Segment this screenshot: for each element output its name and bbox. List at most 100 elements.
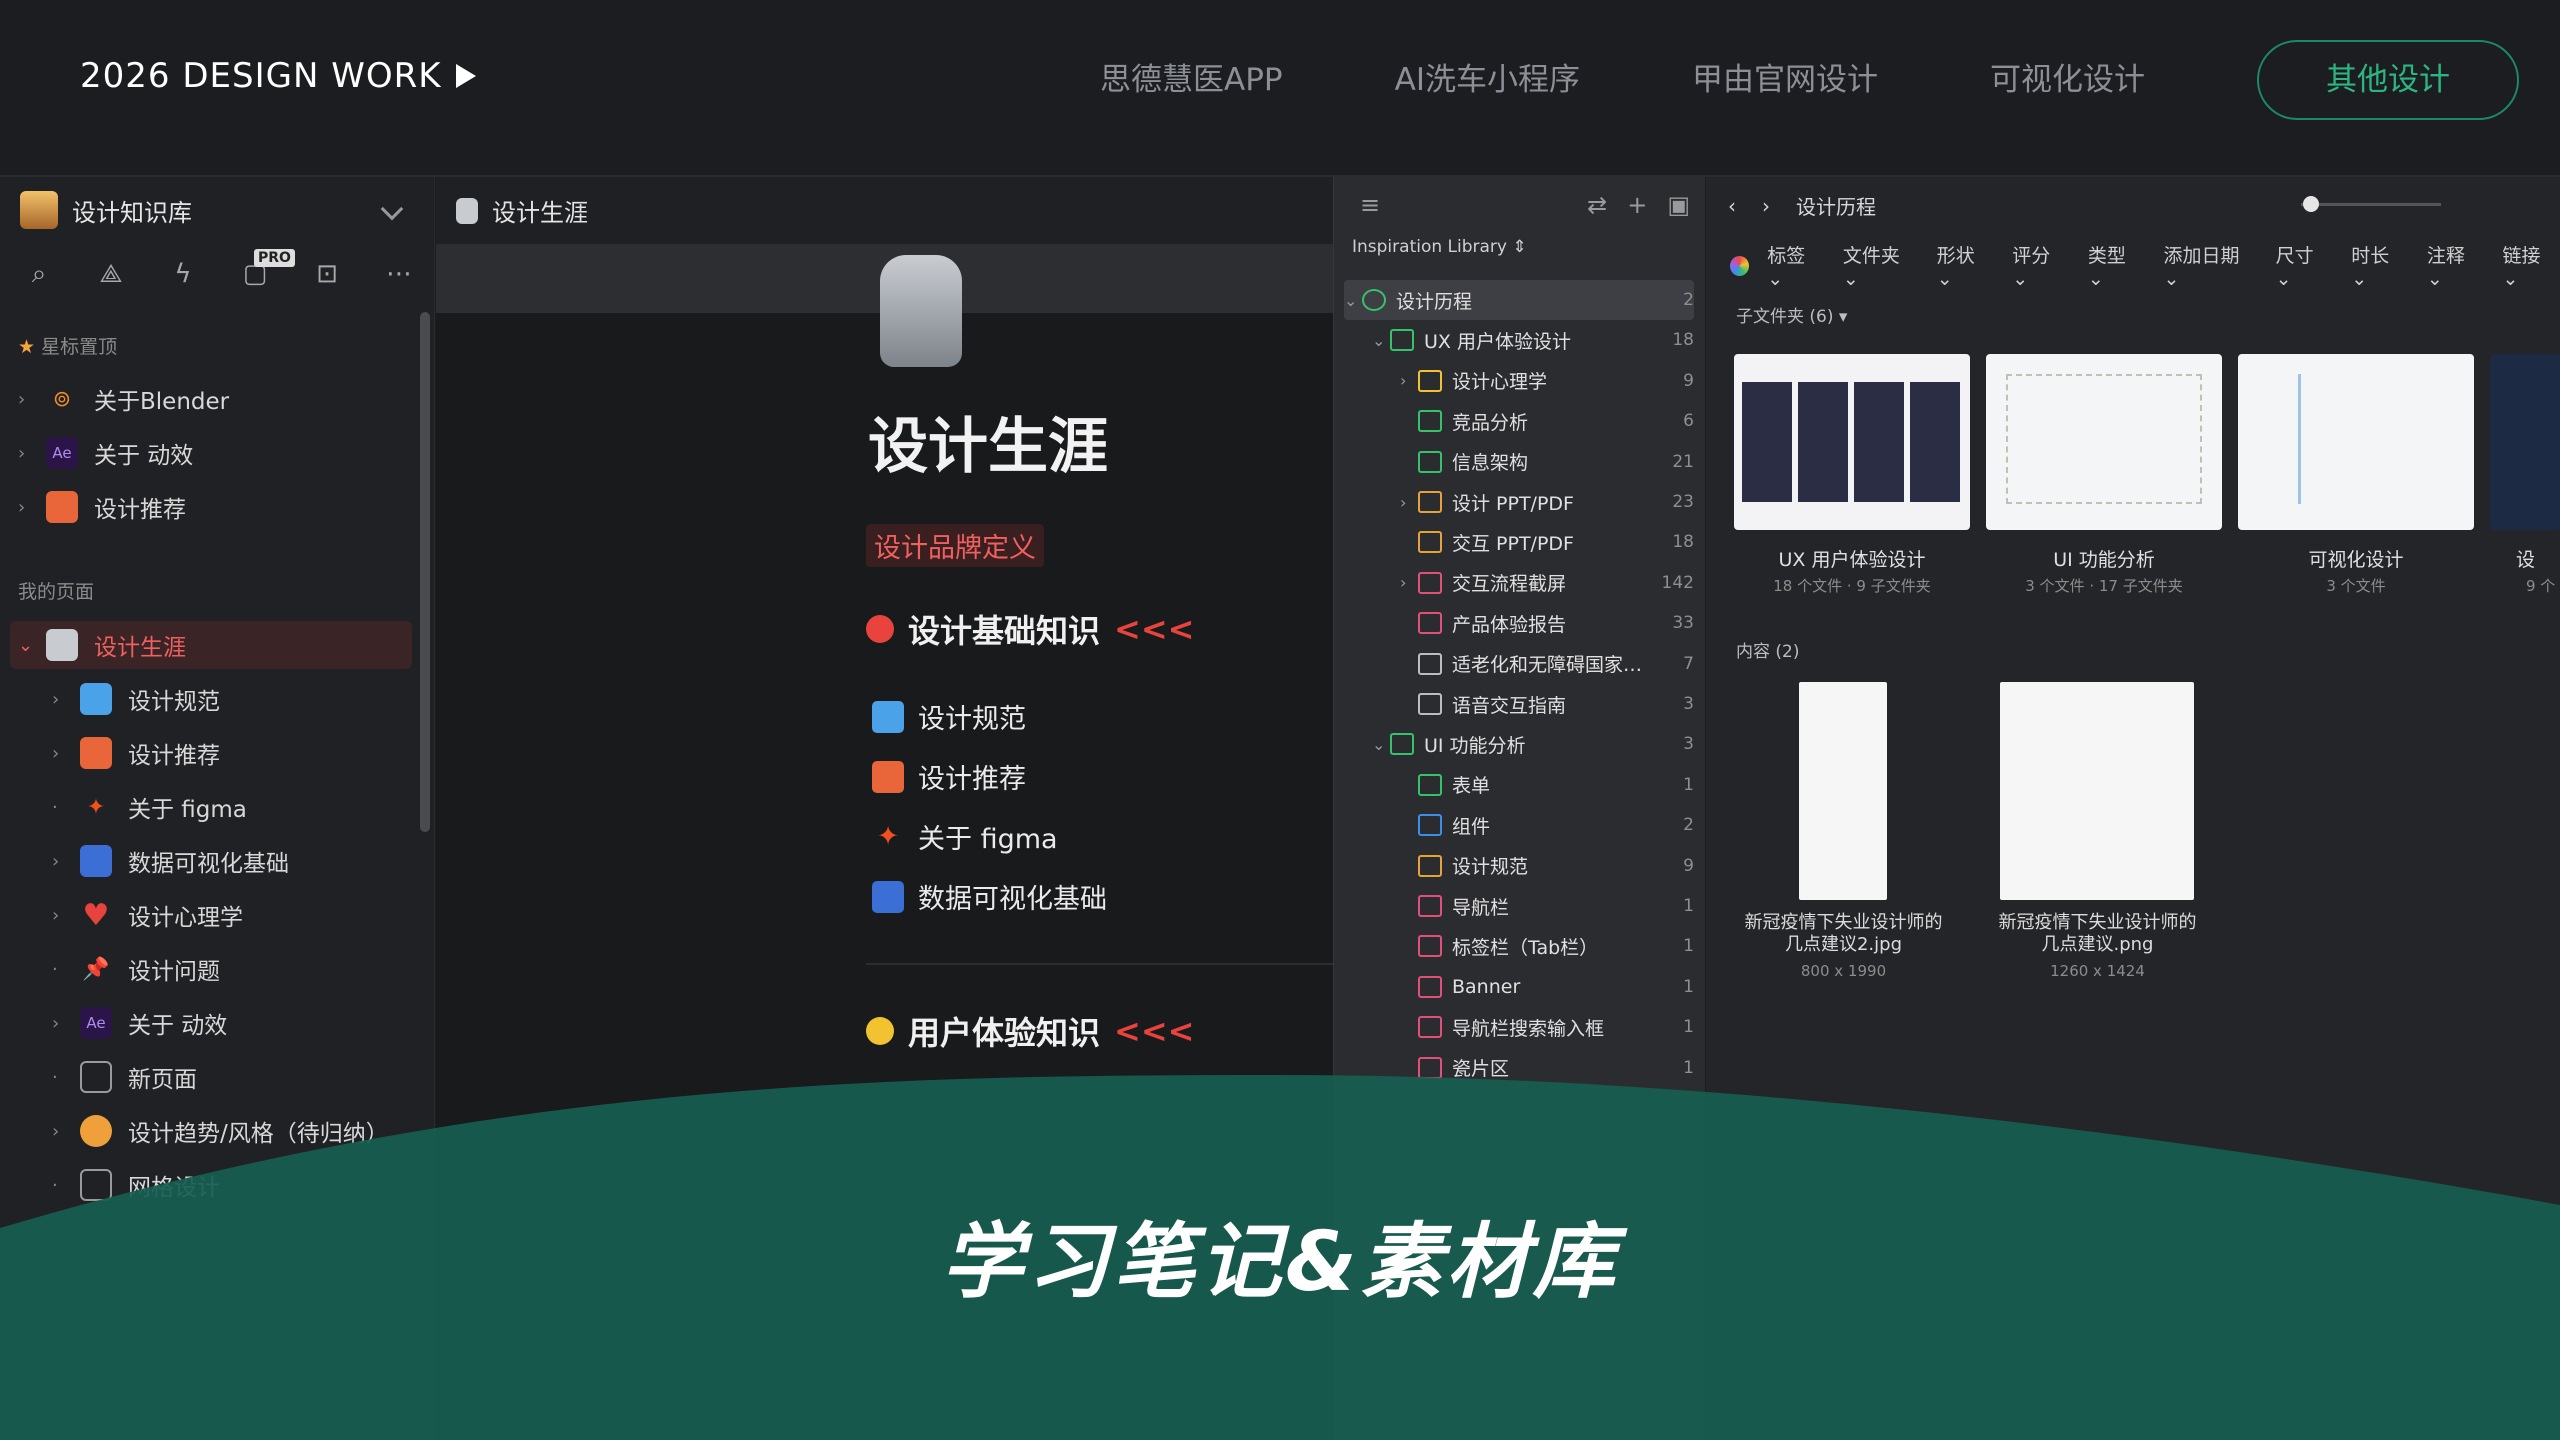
- page-item[interactable]: › Ae 关于 动效: [52, 999, 227, 1047]
- filter-chip[interactable]: 类型 ⌄: [2088, 241, 2146, 290]
- file-thumbnail[interactable]: [1799, 682, 1887, 900]
- expand-icon[interactable]: ⌄: [1344, 291, 1362, 310]
- file-thumbnail[interactable]: [2000, 682, 2194, 900]
- chevron-right-icon[interactable]: ›: [52, 851, 66, 872]
- nav-item-sidehui[interactable]: 思德慧医APP: [1100, 40, 1283, 120]
- color-filter-icon[interactable]: [1730, 255, 1750, 276]
- folder-thumbnail[interactable]: [2238, 354, 2474, 530]
- chevron-right-icon[interactable]: ›: [52, 743, 66, 764]
- expand-icon[interactable]: ›: [1400, 371, 1418, 390]
- workspace-switcher[interactable]: 设计知识库: [20, 191, 192, 229]
- nav-item-visualization[interactable]: 可视化设计: [1990, 40, 2145, 120]
- folder-thumbnail[interactable]: [1986, 354, 2222, 530]
- chevron-right-icon[interactable]: ›: [52, 905, 66, 926]
- tree-item-count: 3: [1683, 694, 1694, 714]
- tree-item[interactable]: 设计规范 9: [1400, 846, 1694, 886]
- brand-link[interactable]: 2026 DESIGN WORK: [80, 56, 476, 96]
- folder-thumbnail[interactable]: [1734, 354, 1970, 530]
- doc-link[interactable]: 数据可视化基础: [872, 877, 1107, 916]
- chevron-down-icon[interactable]: [380, 197, 404, 221]
- filter-chip[interactable]: 链接 ⌄: [2502, 241, 2560, 290]
- filter-chip[interactable]: 评分 ⌄: [2012, 241, 2070, 290]
- filter-chip[interactable]: 尺寸 ⌄: [2276, 241, 2334, 290]
- tree-item[interactable]: 竞品分析 6: [1400, 401, 1694, 441]
- expand-icon[interactable]: ⌄: [1372, 735, 1390, 754]
- starred-item-recommend[interactable]: › 设计推荐: [18, 483, 186, 531]
- sidebar-scrollbar[interactable]: [420, 312, 430, 832]
- graph-icon[interactable]: ⟁: [94, 257, 128, 291]
- tree-item[interactable]: 导航栏 1: [1400, 886, 1694, 926]
- expand-icon[interactable]: ›: [1400, 493, 1418, 512]
- chevron-right-icon[interactable]: ›: [18, 443, 32, 464]
- swap-icon[interactable]: ⇄: [1587, 191, 1607, 219]
- tree-item[interactable]: 组件 2: [1400, 805, 1694, 845]
- expand-icon[interactable]: ›: [1400, 573, 1418, 592]
- chevron-right-icon[interactable]: ›: [18, 497, 32, 518]
- nav-item-ai-carwash[interactable]: AI洗车小程序: [1395, 40, 1580, 120]
- page-item[interactable]: · ✦ 关于 figma: [52, 783, 247, 831]
- page-item[interactable]: › 设计推荐: [52, 729, 220, 777]
- thumbnail-preview: [1742, 382, 1962, 502]
- tree-item-count: 2: [1683, 290, 1694, 310]
- filter-chip[interactable]: 注释 ⌄: [2427, 241, 2485, 290]
- nav-item-jiayou-site[interactable]: 甲由官网设计: [1692, 40, 1878, 120]
- brand-definition-tag[interactable]: 设计品牌定义: [866, 524, 1044, 567]
- document-tab[interactable]: 设计生涯: [436, 177, 1333, 245]
- tree-item[interactable]: › 设计 PPT/PDF 23: [1400, 482, 1694, 522]
- page-item-design-career[interactable]: ⌄ 设计生涯: [10, 621, 412, 669]
- folder-thumbnail[interactable]: [2490, 354, 2560, 530]
- forward-icon[interactable]: ›: [1762, 194, 1770, 218]
- tree-root-item[interactable]: ⌄ 设计历程 2: [1344, 280, 1694, 320]
- tree-item[interactable]: Banner 1: [1400, 967, 1694, 1007]
- inbox-icon[interactable]: ⊡: [310, 257, 344, 291]
- more-icon[interactable]: ⋯: [382, 257, 416, 291]
- chevron-right-icon[interactable]: ›: [52, 1121, 66, 1142]
- chevron-down-icon[interactable]: ⌄: [18, 635, 33, 656]
- tree-item[interactable]: 信息架构 21: [1400, 442, 1694, 482]
- doc-link[interactable]: 设计推荐: [872, 757, 1026, 796]
- chevron-right-icon[interactable]: ›: [52, 1013, 66, 1034]
- filter-chip[interactable]: 文件夹 ⌄: [1843, 241, 1919, 290]
- tree-item[interactable]: ⌄ UX 用户体验设计 18: [1372, 320, 1694, 360]
- tree-item[interactable]: 适老化和无障碍国家… 7: [1400, 644, 1694, 684]
- page-item[interactable]: › 设计规范: [52, 675, 220, 723]
- page-item[interactable]: › 数据可视化基础: [52, 837, 289, 885]
- panel-icon[interactable]: ▣: [1667, 191, 1690, 219]
- tree-item[interactable]: ⌄ UI 功能分析 3: [1372, 724, 1694, 764]
- back-icon[interactable]: ‹: [1728, 194, 1736, 218]
- tree-item[interactable]: 表单 1: [1400, 765, 1694, 805]
- tree-item[interactable]: 瓷片区 1: [1400, 1048, 1694, 1088]
- page-item[interactable]: · 新页面: [52, 1053, 197, 1101]
- filter-chip[interactable]: 时长 ⌄: [2351, 241, 2409, 290]
- tree-item[interactable]: › 设计心理学 9: [1400, 361, 1694, 401]
- tree-item[interactable]: 标签栏（Tab栏） 1: [1400, 926, 1694, 966]
- page-item[interactable]: · 📌 设计问题: [52, 945, 220, 993]
- filter-chip[interactable]: 形状 ⌄: [1937, 241, 1995, 290]
- page-item[interactable]: › 设计趋势/风格（待归纳）: [52, 1107, 389, 1155]
- tree-item[interactable]: 语音交互指南 3: [1400, 684, 1694, 724]
- subfolders-label[interactable]: 子文件夹 (6) ▾: [1736, 302, 1847, 327]
- flash-icon[interactable]: ϟ: [166, 257, 200, 291]
- doc-link[interactable]: ✦ 关于 figma: [872, 817, 1058, 856]
- search-icon[interactable]: ⌕: [22, 257, 56, 291]
- starred-item-motion[interactable]: › Ae 关于 动效: [18, 429, 193, 477]
- tree-item[interactable]: 导航栏搜索输入框 1: [1400, 1007, 1694, 1047]
- tree-item[interactable]: › 交互流程截屏 142: [1400, 563, 1694, 603]
- zoom-slider-knob[interactable]: [2303, 196, 2319, 212]
- menu-icon[interactable]: ≡: [1360, 191, 1380, 219]
- page-item[interactable]: › ♥ 设计心理学: [52, 891, 243, 939]
- expand-icon[interactable]: ⌄: [1372, 331, 1390, 350]
- add-icon[interactable]: +: [1627, 191, 1647, 219]
- chevron-right-icon[interactable]: ›: [52, 689, 66, 710]
- starred-item-blender[interactable]: › ⊚ 关于Blender: [18, 375, 229, 423]
- nav-item-other-design[interactable]: 其他设计: [2256, 40, 2519, 120]
- tree-item[interactable]: 产品体验报告 33: [1400, 603, 1694, 643]
- chevron-right-icon[interactable]: ›: [18, 389, 32, 410]
- zoom-slider[interactable]: [2301, 196, 2441, 212]
- filter-chip[interactable]: 添加日期 ⌄: [2164, 241, 2258, 290]
- doc-link[interactable]: 设计规范: [872, 697, 1026, 736]
- library-selector[interactable]: Inspiration Library ⇕: [1352, 237, 1527, 257]
- filter-chip[interactable]: 标签 ⌄: [1767, 241, 1825, 290]
- monitor-icon: [80, 845, 112, 877]
- tree-item[interactable]: 交互 PPT/PDF 18: [1400, 522, 1694, 562]
